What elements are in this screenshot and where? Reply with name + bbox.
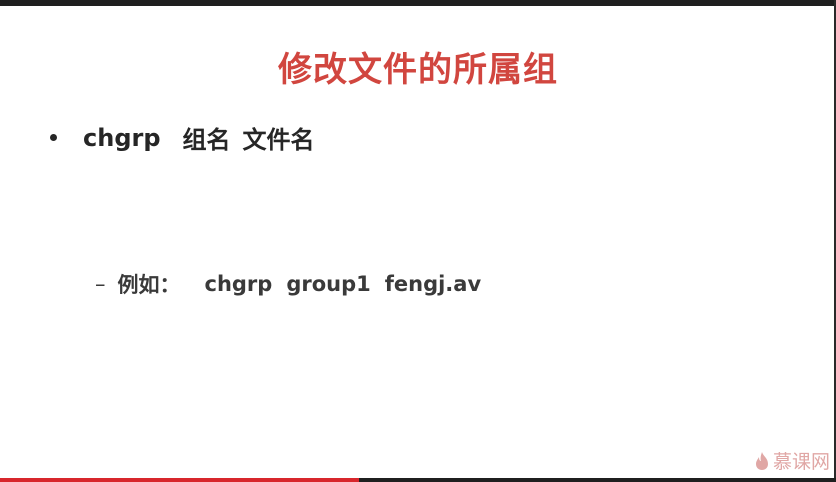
sub-bullet-dash: – (95, 272, 106, 296)
progress-bar-fill (0, 478, 360, 482)
bullet-arg-group: 组名 (182, 126, 231, 154)
video-frame: 修改文件的所属组 chgrp 组名 文件名 – 例如： chgrp group1… (0, 0, 836, 482)
top-border (0, 0, 836, 6)
flame-icon (755, 451, 768, 470)
example-file: fengj.av (384, 272, 482, 296)
bullet-command: chgrp (83, 123, 161, 152)
example-label: 例如： (117, 273, 181, 297)
slide-title: 修改文件的所属组 (278, 50, 558, 90)
example-group: group1 (286, 272, 371, 296)
bullet-dot-icon (50, 134, 57, 141)
bullet-arg-file: 文件名 (242, 126, 315, 154)
example-item: – 例如： chgrp group1 fengj.av (95, 269, 481, 299)
example-command: chgrp (204, 272, 273, 296)
bullet-item: chgrp 组名 文件名 (50, 120, 315, 155)
watermark-text: 慕课网 (772, 451, 830, 473)
watermark-logo: 慕课网 (754, 447, 830, 474)
